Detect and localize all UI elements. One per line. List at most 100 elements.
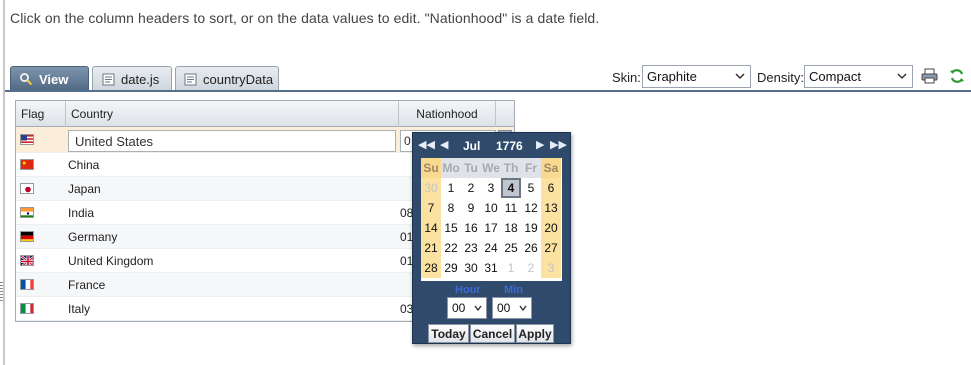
chevron-down-icon	[735, 73, 745, 80]
day-cell[interactable]: 14	[421, 218, 441, 238]
flag-jp-icon	[20, 183, 34, 194]
day-cell[interactable]: 22	[441, 238, 461, 258]
day-cell[interactable]: 8	[441, 198, 461, 218]
month-label[interactable]: Jul	[463, 139, 480, 153]
day-cell[interactable]: 13	[541, 198, 561, 218]
day-cell[interactable]: 10	[481, 198, 501, 218]
column-header-flag[interactable]: Flag	[16, 101, 66, 127]
day-cell[interactable]: 2	[461, 178, 481, 198]
cell-country[interactable]: India	[68, 201, 94, 225]
day-cell[interactable]: 12	[521, 198, 541, 218]
chevron-down-icon	[474, 305, 482, 312]
density-select[interactable]: Compact	[804, 65, 913, 88]
year-label[interactable]: 1776	[496, 139, 523, 153]
day-cell[interactable]: 7	[421, 198, 441, 218]
day-cell[interactable]: 1	[441, 178, 461, 198]
day-cell[interactable]: 11	[501, 198, 521, 218]
minute-select[interactable]: 00	[492, 297, 532, 319]
minute-value: 00	[497, 301, 511, 315]
column-header-country[interactable]: Country	[66, 101, 399, 127]
day-cell-selected[interactable]: 4	[501, 178, 521, 198]
skin-label: Skin:	[612, 70, 641, 85]
day-cell[interactable]: 29	[441, 258, 461, 278]
day-cell[interactable]: 23	[461, 238, 481, 258]
instructions-text: Click on the column headers to sort, or …	[10, 10, 600, 26]
weekday-header: Tu	[461, 158, 481, 178]
flag-cn-icon	[20, 159, 34, 170]
day-cell[interactable]: 28	[421, 258, 441, 278]
tab-country-data-label: countryData	[203, 71, 274, 87]
hour-value: 00	[452, 301, 466, 315]
next-year-icon[interactable]: ▶▶	[550, 138, 567, 151]
weekday-header: Su	[421, 158, 441, 178]
weekday-header: Fr	[521, 158, 541, 178]
chevron-down-icon	[519, 305, 527, 312]
today-button[interactable]: Today	[428, 324, 469, 343]
day-cell[interactable]: 3	[541, 258, 561, 278]
grid-header: Flag Country Nationhood	[16, 101, 514, 127]
refresh-icon[interactable]	[948, 67, 966, 85]
next-month-icon[interactable]: ▶	[536, 138, 544, 151]
hour-label: Hour	[455, 284, 481, 296]
day-cell[interactable]: 2	[521, 258, 541, 278]
day-cell[interactable]: 26	[521, 238, 541, 258]
tab-date-js[interactable]: date.js	[92, 66, 172, 91]
min-label: Min	[504, 284, 523, 296]
cancel-button[interactable]: Cancel	[470, 324, 515, 343]
cell-country[interactable]: Japan	[68, 177, 101, 201]
day-cell[interactable]: 18	[501, 218, 521, 238]
column-header-nationhood[interactable]: Nationhood	[399, 101, 496, 127]
cell-country[interactable]: France	[68, 273, 105, 297]
file-icon	[184, 72, 197, 86]
magnifier-icon	[19, 72, 33, 86]
flag-de-icon	[20, 231, 34, 242]
hour-select[interactable]: 00	[447, 297, 487, 319]
tab-country-data[interactable]: countryData	[175, 66, 279, 91]
day-cell[interactable]: 27	[541, 238, 561, 258]
skin-value: Graphite	[647, 69, 697, 84]
day-cell[interactable]: 20	[541, 218, 561, 238]
date-chooser: ◀◀ ◀ Jul 1776 ▶ ▶▶ Su Mo Tu We Th Fr Sa …	[412, 132, 571, 344]
day-cell[interactable]: 17	[481, 218, 501, 238]
day-cell[interactable]: 9	[461, 198, 481, 218]
header-corner	[496, 101, 514, 127]
weekday-header: Sa	[541, 158, 561, 178]
tab-view-label: View	[39, 71, 69, 87]
day-cell[interactable]: 19	[521, 218, 541, 238]
day-cell[interactable]: 21	[421, 238, 441, 258]
weekday-header: Mo	[441, 158, 461, 178]
prev-month-icon[interactable]: ◀	[440, 138, 448, 151]
flag-fr-icon	[20, 279, 34, 290]
calendar-grid: Su Mo Tu We Th Fr Sa 30 1 2 3 4 5 6 7 8 …	[421, 158, 562, 281]
day-cell[interactable]: 24	[481, 238, 501, 258]
flag-in-icon	[20, 207, 34, 218]
day-cell[interactable]: 5	[521, 178, 541, 198]
day-cell[interactable]: 6	[541, 178, 561, 198]
apply-button[interactable]: Apply	[516, 324, 554, 343]
day-cell[interactable]: 25	[501, 238, 521, 258]
skin-select[interactable]: Graphite	[642, 65, 751, 88]
day-cell[interactable]: 30	[421, 178, 441, 198]
cell-country[interactable]: China	[68, 153, 99, 177]
country-edit-input[interactable]: United States	[68, 130, 396, 152]
chevron-down-icon	[897, 73, 907, 80]
tab-date-js-label: date.js	[121, 71, 160, 87]
cell-country[interactable]: Germany	[68, 225, 117, 249]
cell-country[interactable]: United Kingdom	[68, 249, 153, 273]
density-value: Compact	[809, 69, 862, 84]
day-cell[interactable]: 30	[461, 258, 481, 278]
cell-country[interactable]: Italy	[68, 297, 90, 321]
day-cell[interactable]: 31	[481, 258, 501, 278]
prev-year-icon[interactable]: ◀◀	[418, 138, 435, 151]
day-cell[interactable]: 16	[461, 218, 481, 238]
day-cell[interactable]: 15	[441, 218, 461, 238]
printer-icon[interactable]	[920, 67, 938, 85]
flag-it-icon	[20, 303, 34, 314]
day-cell[interactable]: 1	[501, 258, 521, 278]
day-cell[interactable]: 3	[481, 178, 501, 198]
file-icon	[101, 72, 115, 86]
resize-grip[interactable]	[0, 282, 3, 302]
date-chooser-nav: ◀◀ ◀ Jul 1776 ▶ ▶▶	[413, 133, 570, 158]
flag-gb-icon	[20, 255, 34, 266]
tab-view[interactable]: View	[10, 66, 89, 91]
